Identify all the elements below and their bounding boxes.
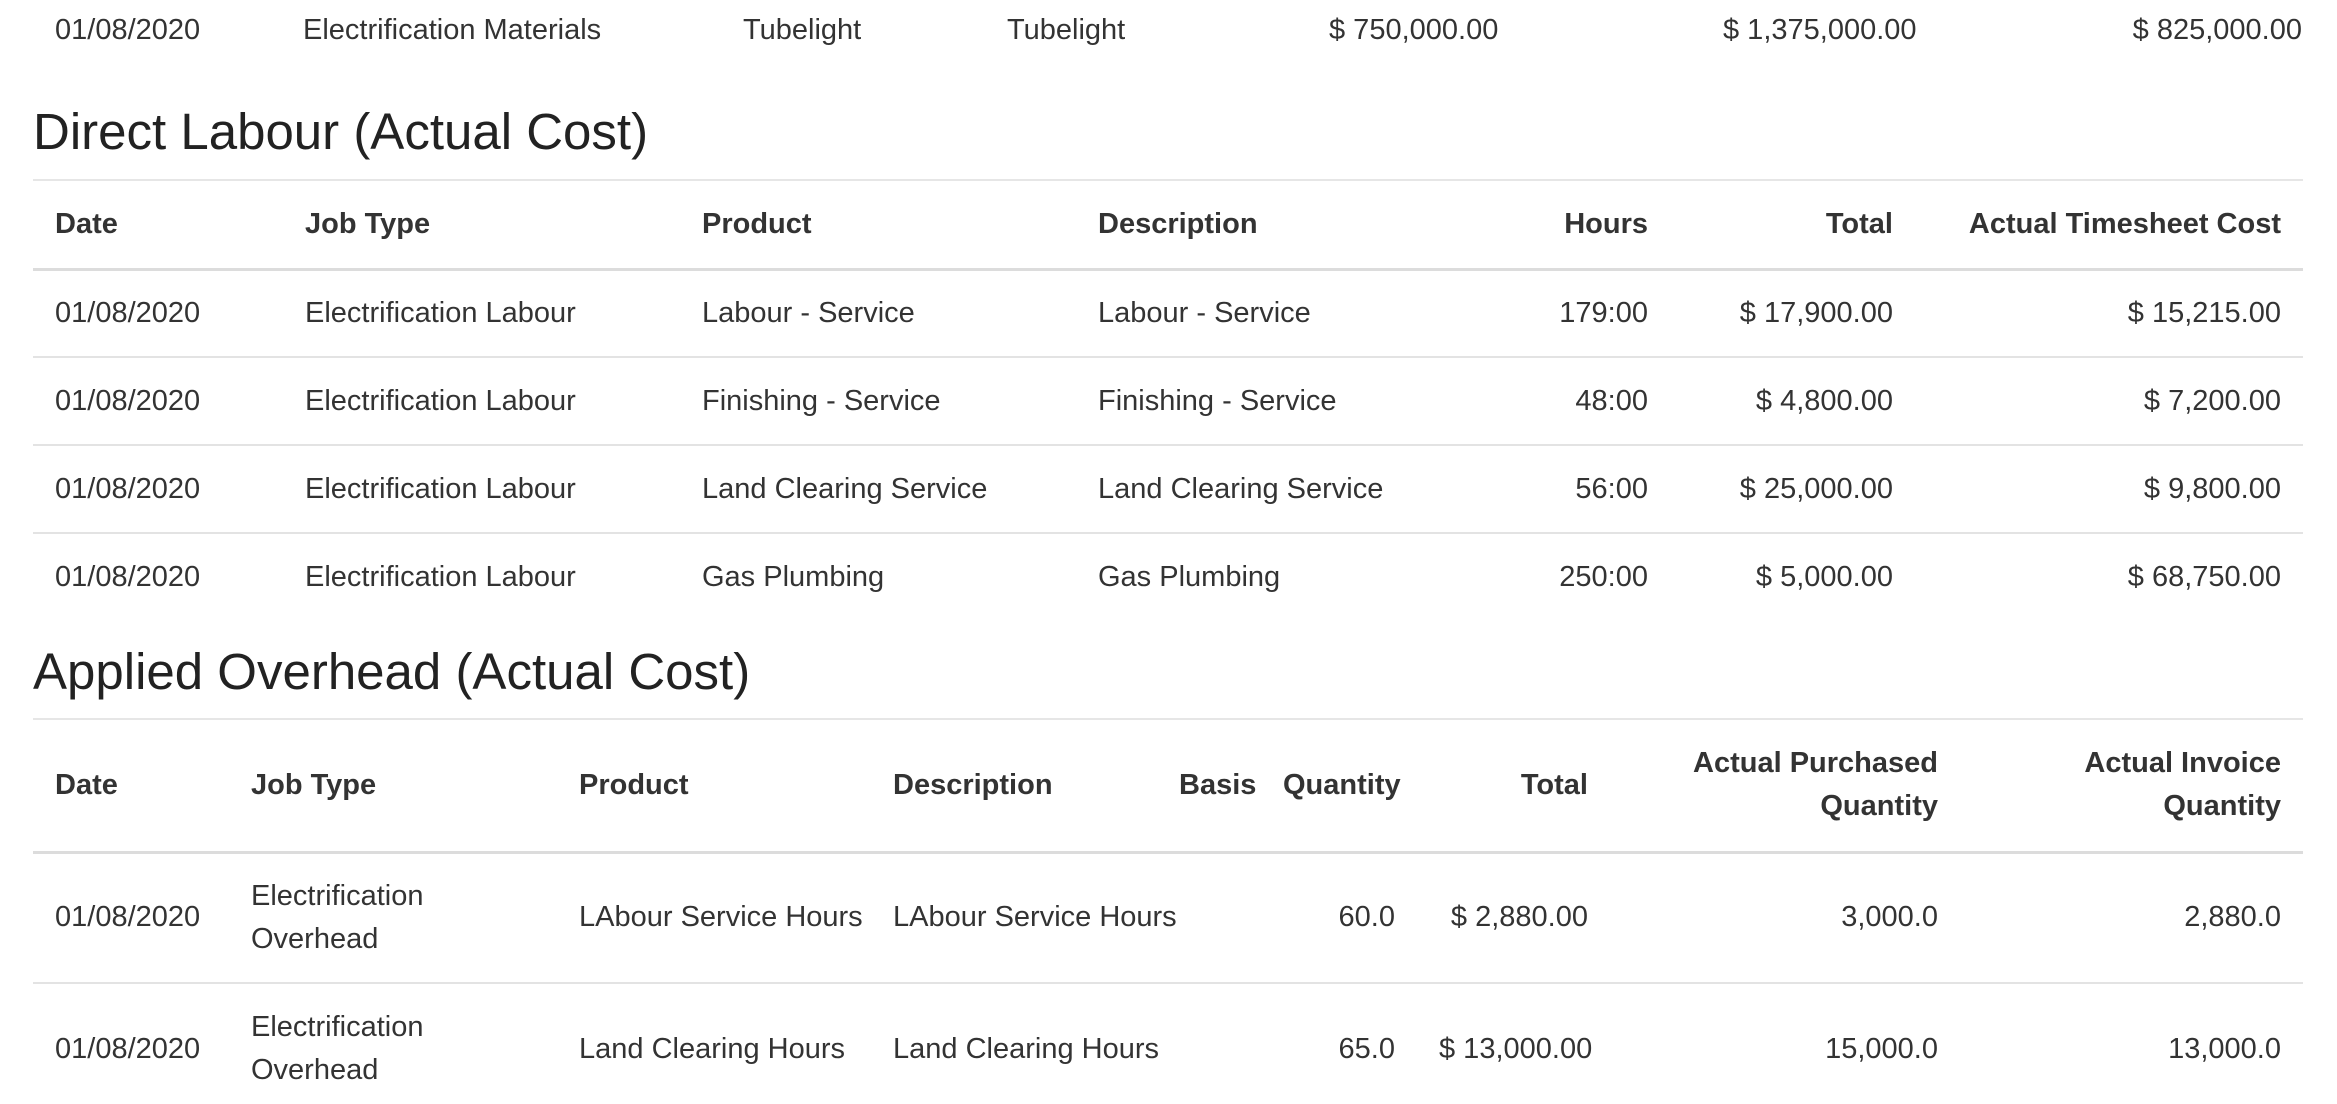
header-date[interactable]: Date bbox=[33, 719, 229, 852]
table-row[interactable]: 01/08/2020 Electrification Labour Gas Pl… bbox=[33, 533, 2303, 621]
table-row[interactable]: 01/08/2020 Electrification Overhead LAbo… bbox=[33, 852, 2303, 983]
header-description[interactable]: Description bbox=[1076, 180, 1416, 269]
direct-labour-title: Direct Labour (Actual Cost) bbox=[33, 103, 649, 160]
header-hours[interactable]: Hours bbox=[1416, 180, 1670, 269]
header-quantity[interactable]: Quantity bbox=[1261, 719, 1417, 852]
cell-date: 01/08/2020 bbox=[55, 296, 201, 329]
row-job-type: Electrification Materials bbox=[303, 14, 602, 46]
cell-actual-invoice-quantity: 13,000.0 bbox=[2168, 1032, 2281, 1065]
direct-labour-table: Date Job Type Product Description Hours … bbox=[33, 179, 2303, 621]
header-basis[interactable]: Basis bbox=[1157, 719, 1261, 852]
table-row[interactable]: 01/08/2020 Electrification Overhead Land… bbox=[33, 983, 2303, 1104]
cell-description: Land Clearing Hours bbox=[893, 1032, 1159, 1065]
cell-total: $ 25,000.00 bbox=[1739, 472, 1893, 505]
row-value-1: $ 750,000.00 bbox=[1329, 14, 1499, 46]
row-value-3: $ 825,000.00 bbox=[2132, 14, 2302, 46]
cell-description: Finishing - Service bbox=[1098, 384, 1337, 417]
cell-actual-purchased-quantity: 3,000.0 bbox=[1841, 901, 1938, 934]
cell-quantity: 60.0 bbox=[1338, 901, 1395, 934]
table-header-row: Date Job Type Product Description Basis … bbox=[33, 719, 2303, 852]
cell-actual-purchased-quantity: 15,000.0 bbox=[1825, 1032, 1938, 1065]
cell-job-type: Electrification Overhead bbox=[251, 879, 424, 955]
cell-quantity: 65.0 bbox=[1338, 1032, 1395, 1065]
cell-date: 01/08/2020 bbox=[55, 1032, 201, 1065]
cell-date: 01/08/2020 bbox=[55, 384, 201, 417]
table-header-row: Date Job Type Product Description Hours … bbox=[33, 180, 2303, 269]
cell-product: Labour - Service bbox=[702, 296, 915, 329]
cell-job-type: Electrification Labour bbox=[305, 472, 576, 505]
cell-description: Land Clearing Service bbox=[1098, 472, 1384, 505]
cell-date: 01/08/2020 bbox=[55, 901, 201, 934]
header-actual-invoice-quantity[interactable]: Actual Invoice Quantity bbox=[1960, 719, 2303, 852]
cell-date: 01/08/2020 bbox=[55, 561, 201, 593]
header-date[interactable]: Date bbox=[33, 180, 283, 269]
cell-actual-cost: $ 7,200.00 bbox=[2143, 384, 2281, 417]
cell-total: $ 17,900.00 bbox=[1739, 296, 1893, 329]
row-product: Tubelight bbox=[743, 14, 862, 46]
cell-product: Land Clearing Hours bbox=[579, 1032, 845, 1065]
cell-product: Land Clearing Service bbox=[702, 472, 988, 505]
cell-actual-invoice-quantity: 2,880.0 bbox=[2184, 901, 2281, 934]
cell-job-type: Electrification Labour bbox=[305, 296, 576, 329]
cell-job-type: Electrification Labour bbox=[305, 561, 576, 593]
cell-hours: 179:00 bbox=[1559, 296, 1648, 329]
cell-job-type: Electrification Labour bbox=[305, 384, 576, 417]
header-job-type[interactable]: Job Type bbox=[229, 719, 557, 852]
header-total[interactable]: Total bbox=[1670, 180, 1915, 269]
cell-hours: 56:00 bbox=[1575, 472, 1648, 505]
cell-description: LAbour Service Hours bbox=[893, 901, 1177, 934]
header-product[interactable]: Product bbox=[680, 180, 1076, 269]
cell-hours: 48:00 bbox=[1575, 384, 1648, 417]
header-product[interactable]: Product bbox=[557, 719, 871, 852]
header-total[interactable]: Total bbox=[1417, 719, 1610, 852]
cell-actual-cost: $ 15,215.00 bbox=[2127, 296, 2281, 329]
cell-total: $ 4,800.00 bbox=[1755, 384, 1893, 417]
applied-overhead-title: Applied Overhead (Actual Cost) bbox=[33, 643, 751, 700]
cell-actual-cost: $ 68,750.00 bbox=[2127, 561, 2281, 593]
table-row[interactable]: 01/08/2020 Electrification Labour Labour… bbox=[33, 269, 2303, 357]
cell-description: Gas Plumbing bbox=[1098, 561, 1281, 593]
cell-description: Labour - Service bbox=[1098, 296, 1311, 329]
cell-product: LAbour Service Hours bbox=[579, 901, 863, 934]
header-description[interactable]: Description bbox=[871, 719, 1157, 852]
materials-table-row: 01/08/2020 Electrification Materials Tub… bbox=[33, 0, 2303, 66]
table-row[interactable]: 01/08/2020 Electrification Labour Finish… bbox=[33, 357, 2303, 445]
cell-product: Finishing - Service bbox=[702, 384, 941, 417]
cell-total: $ 5,000.00 bbox=[1755, 561, 1893, 593]
applied-overhead-table: Date Job Type Product Description Basis … bbox=[33, 718, 2303, 1104]
row-date: 01/08/2020 bbox=[55, 14, 201, 46]
cell-job-type: Electrification Overhead bbox=[251, 1011, 424, 1086]
cell-basis bbox=[1157, 983, 1261, 1104]
cell-hours: 250:00 bbox=[1559, 561, 1648, 593]
cell-actual-cost: $ 9,800.00 bbox=[2143, 472, 2281, 505]
header-actual-timesheet-cost[interactable]: Actual Timesheet Cost bbox=[1915, 180, 2303, 269]
row-description: Tubelight bbox=[1007, 14, 1126, 46]
header-job-type[interactable]: Job Type bbox=[283, 180, 680, 269]
cell-date: 01/08/2020 bbox=[55, 472, 201, 505]
header-actual-purchased-quantity[interactable]: Actual Purchased Quantity bbox=[1610, 719, 1960, 852]
cell-total: $ 2,880.00 bbox=[1450, 901, 1588, 934]
row-value-2: $ 1,375,000.00 bbox=[1723, 14, 1917, 46]
cell-total: $ 13,000.00 bbox=[1439, 1032, 1593, 1065]
table-row[interactable]: 01/08/2020 Electrification Labour Land C… bbox=[33, 445, 2303, 533]
cell-product: Gas Plumbing bbox=[702, 561, 885, 593]
